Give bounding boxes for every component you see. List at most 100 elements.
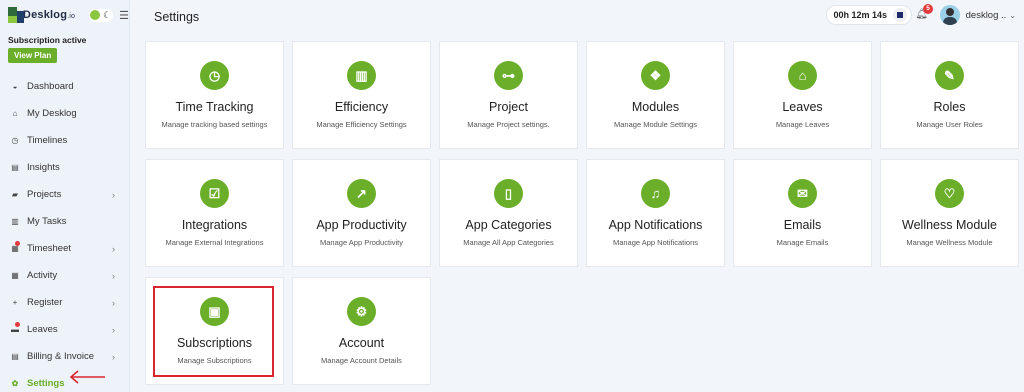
- sidebar-item-label: Timelines: [27, 135, 68, 146]
- home-icon: ⌂: [12, 109, 18, 118]
- card-description: Manage App Notifications: [612, 238, 699, 247]
- settings-card-project[interactable]: ⊶ Project Manage Project settings.: [439, 41, 578, 149]
- card-title: App Productivity: [316, 218, 407, 232]
- sidebar-item-label: My Tasks: [27, 216, 67, 227]
- mobile-icon: ▯: [494, 179, 523, 208]
- theme-toggle[interactable]: ☾: [89, 8, 114, 22]
- settings-card-efficiency[interactable]: ▥ Efficiency Manage Efficiency Settings: [292, 41, 431, 149]
- sidebar-item-dashboard[interactable]: ◒ Dashboard: [0, 73, 129, 100]
- sidebar-item-billing-invoice[interactable]: ▤ Billing & Invoice ›: [0, 343, 129, 370]
- bar-chart-icon: ▥: [347, 61, 376, 90]
- card-description: Manage App Productivity: [320, 238, 403, 247]
- sitemap-icon: ⊶: [494, 61, 523, 90]
- settings-card-app-categories[interactable]: ▯ App Categories Manage All App Categories: [439, 159, 578, 267]
- plus-icon: +: [12, 298, 18, 307]
- sidebar-item-timesheet[interactable]: ▦ Timesheet ›: [0, 235, 129, 262]
- stop-icon: [897, 12, 903, 18]
- arrow-annotation: [69, 370, 105, 384]
- dashboard-icon: ◒: [12, 82, 18, 91]
- settings-card-roles[interactable]: ✎ Roles Manage User Roles: [880, 41, 1019, 149]
- gear-icon: ✿: [11, 379, 19, 388]
- subscription-status: Subscription active: [8, 35, 87, 45]
- logo[interactable]: Desklog.io: [23, 9, 75, 21]
- card-description: Manage User Roles: [916, 120, 983, 129]
- sidebar-item-projects[interactable]: ▰ Projects ›: [0, 181, 129, 208]
- card-description: Manage Account Details: [321, 356, 402, 365]
- sidebar-item-timelines[interactable]: ◷ Timelines: [0, 127, 129, 154]
- notification-badge: 5: [923, 4, 933, 14]
- highlight-box: [153, 286, 274, 377]
- sidebar-item-label: My Desklog: [27, 108, 77, 119]
- activity-icon: ▦: [11, 271, 19, 280]
- card-title: Leaves: [782, 100, 823, 114]
- card-title: Efficiency: [334, 100, 389, 114]
- stop-timer-button[interactable]: [893, 8, 907, 22]
- moon-icon: ☾: [103, 9, 112, 20]
- bell-icon: ♫: [641, 179, 670, 208]
- card-description: Manage tracking based settings: [161, 120, 268, 129]
- sidebar-item-my-tasks[interactable]: ▥ My Tasks: [0, 208, 129, 235]
- chevron-right-icon: ›: [112, 189, 115, 200]
- user-name: desklog ..: [965, 9, 1007, 21]
- sidebar-item-label: Projects: [27, 189, 62, 200]
- settings-card-modules[interactable]: ❖ Modules Manage Module Settings: [586, 41, 725, 149]
- sidebar: Desklog.io ☾ ☰ Subscription active View …: [0, 0, 130, 392]
- settings-card-app-notifications[interactable]: ♫ App Notifications Manage App Notificatio…: [586, 159, 725, 267]
- timer-value: 00h 12m 14s: [833, 10, 887, 20]
- checkbox-icon: ☑: [200, 179, 229, 208]
- chevron-down-icon: ⌄: [1009, 10, 1016, 20]
- envelope-icon: ✉: [788, 179, 817, 208]
- card-title: Account: [338, 336, 385, 350]
- billing-icon: ▤: [11, 352, 19, 361]
- chevron-right-icon: ›: [112, 324, 115, 335]
- card-description: Manage Wellness Module: [906, 238, 993, 247]
- notification-dot: [15, 322, 20, 327]
- sidebar-item-label: Insights: [27, 162, 60, 173]
- view-plan-button[interactable]: View Plan: [8, 48, 58, 63]
- settings-card-wellness-module[interactable]: ♡ Wellness Module Manage Wellness Module: [880, 159, 1019, 267]
- sidebar-item-settings[interactable]: ✿ Settings: [0, 370, 129, 392]
- card-title: App Categories: [465, 218, 552, 232]
- card-title: App Notifications: [608, 218, 703, 232]
- card-title: Integrations: [181, 218, 248, 232]
- book-icon: ▤: [11, 163, 19, 172]
- card-title: Modules: [631, 100, 680, 114]
- card-title: Roles: [933, 100, 966, 114]
- home-icon: ⌂: [788, 61, 817, 90]
- settings-card-account[interactable]: ⚙ Account Manage Account Details: [292, 277, 431, 385]
- card-title: Project: [489, 100, 528, 114]
- sidebar-item-label: Register: [27, 297, 63, 308]
- settings-card-integrations[interactable]: ☑ Integrations Manage External Integration…: [145, 159, 284, 267]
- chevron-right-icon: ›: [112, 243, 115, 254]
- menu-toggle-icon[interactable]: ☰: [119, 9, 129, 22]
- sidebar-item-leaves[interactable]: ▬ Leaves ›: [0, 316, 129, 343]
- chevron-right-icon: ›: [112, 297, 115, 308]
- sidebar-item-activity[interactable]: ▦ Activity ›: [0, 262, 129, 289]
- sidebar-item-my-desklog[interactable]: ⌂ My Desklog: [0, 100, 129, 127]
- folder-icon: ▰: [11, 190, 19, 199]
- line-chart-icon: ↗: [347, 179, 376, 208]
- logo-row: Desklog.io ☾ ☰: [0, 0, 129, 30]
- card-title: Wellness Module: [902, 218, 997, 232]
- work-timer: 00h 12m 14s: [826, 5, 912, 25]
- sidebar-item-label: Timesheet: [27, 243, 71, 254]
- sidebar-nav: ◒ Dashboard ⌂ My Desklog ◷ Timelines ▤ Insights…: [0, 73, 129, 392]
- cubes-icon: ❖: [641, 61, 670, 90]
- clock-icon: ◷: [200, 61, 229, 90]
- card-description: Manage All App Categories: [463, 238, 554, 247]
- card-description: Manage Efficiency Settings: [316, 120, 407, 129]
- sidebar-item-register[interactable]: + Register ›: [0, 289, 129, 316]
- user-menu[interactable]: desklog .. ⌄: [939, 5, 1016, 25]
- sidebar-item-label: Billing & Invoice: [27, 351, 95, 362]
- card-title: Emails: [783, 218, 822, 232]
- sidebar-item-label: Dashboard: [27, 81, 74, 92]
- settings-card-emails[interactable]: ✉ Emails Manage Emails: [733, 159, 872, 267]
- card-description: Manage Project settings.: [467, 120, 550, 129]
- settings-card-time-tracking[interactable]: ◷ Time Tracking Manage tracking based sett…: [145, 41, 284, 149]
- sidebar-item-label: Settings: [27, 378, 65, 389]
- page-title: Settings: [154, 10, 200, 24]
- settings-card-leaves[interactable]: ⌂ Leaves Manage Leaves: [733, 41, 872, 149]
- sidebar-item-insights[interactable]: ▤ Insights: [0, 154, 129, 181]
- settings-card-app-productivity[interactable]: ↗ App Productivity Manage App Productivity: [292, 159, 431, 267]
- notification-dot: [15, 241, 20, 246]
